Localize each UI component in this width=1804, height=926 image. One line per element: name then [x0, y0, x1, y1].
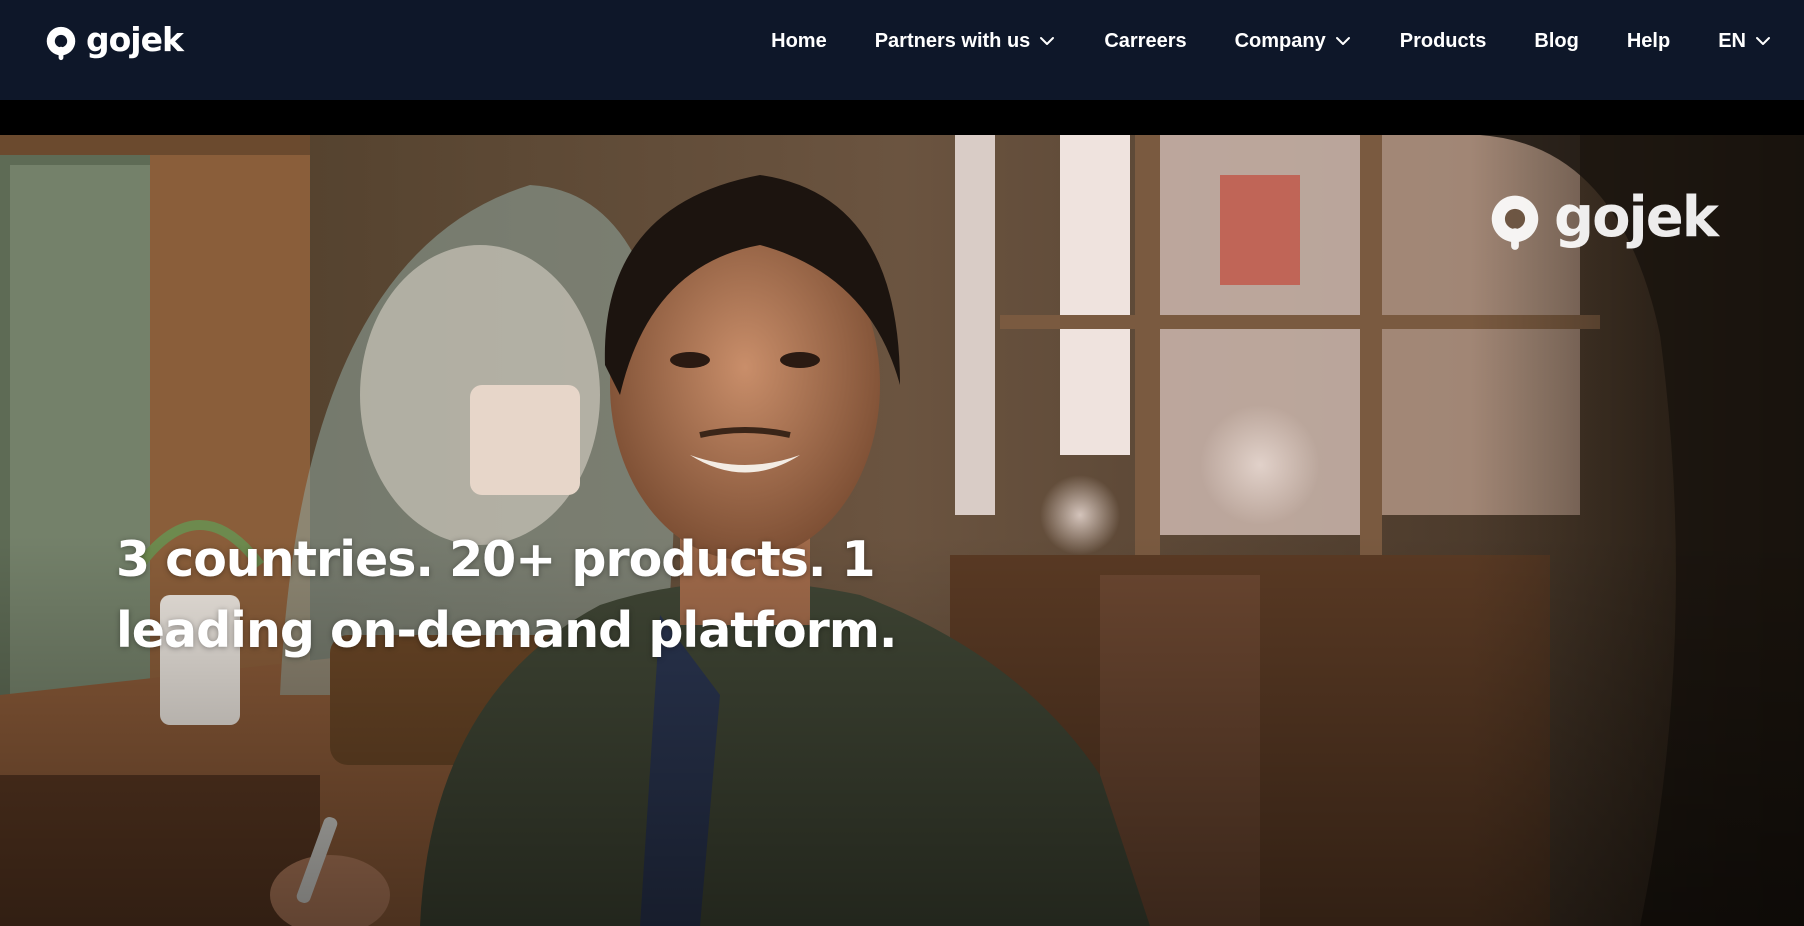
top-navbar: gojek Home Partners with us Carreers Com… [0, 0, 1804, 100]
chevron-down-icon [1335, 37, 1350, 45]
language-label: EN [1718, 29, 1746, 52]
nav-products-label: Products [1399, 29, 1487, 52]
gojek-logo-icon [46, 26, 76, 61]
nav-blog-label: Blog [1534, 29, 1579, 52]
brand-logo-link[interactable]: gojek [42, 20, 184, 64]
chevron-down-icon [1756, 37, 1770, 45]
hero-banner: gojek 3 countries. 20+ products. 1 leadi… [0, 135, 1804, 926]
video-letterbox-bar [0, 100, 1804, 135]
nav-home[interactable]: Home [771, 30, 827, 53]
hero-gojek-watermark: gojek [1484, 185, 1719, 253]
nav-company-label: Company [1234, 29, 1326, 52]
brand-name: gojek [86, 20, 184, 59]
nav-products[interactable]: Products [1400, 30, 1487, 53]
nav-help-label: Help [1626, 29, 1671, 52]
hero-headline: 3 countries. 20+ products. 1 leading on-… [116, 524, 996, 666]
chevron-down-icon [1040, 37, 1055, 45]
hero-headline-line1: 3 countries. 20+ products. 1 [116, 531, 876, 588]
nav-company[interactable]: Company [1235, 30, 1352, 53]
gojek-logo-icon [1491, 195, 1539, 250]
nav-partners-with-us[interactable]: Partners with us [875, 30, 1057, 53]
hero-headline-line2: leading on-demand platform. [116, 602, 897, 659]
nav-blog[interactable]: Blog [1534, 30, 1578, 53]
language-selector[interactable]: EN [1718, 30, 1772, 53]
hero-logo-text: gojek [1554, 184, 1719, 250]
nav-careers-label: Carreers [1104, 29, 1187, 52]
main-nav: Home Partners with us Carreers Company P… [771, 0, 1804, 82]
nav-partners-label: Partners with us [874, 29, 1031, 52]
nav-home-label: Home [771, 29, 827, 52]
nav-careers[interactable]: Carreers [1104, 30, 1186, 53]
nav-help[interactable]: Help [1627, 30, 1670, 53]
